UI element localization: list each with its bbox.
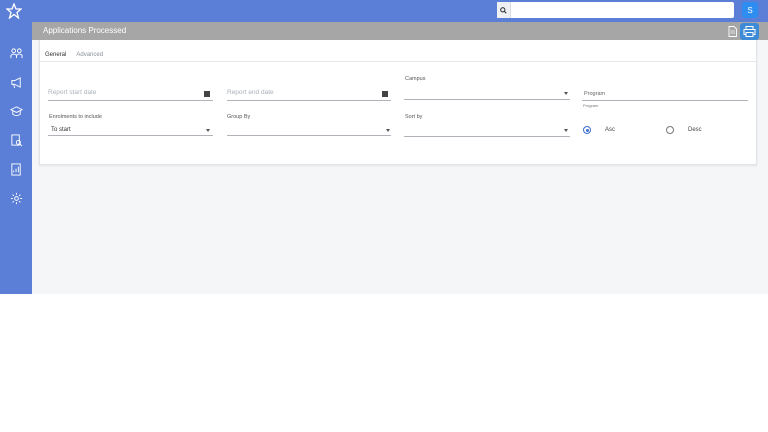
field-underline [227,100,391,101]
megaphone-icon[interactable] [8,74,24,90]
group-by-label: Group By [227,114,251,120]
enrolments-value: To start [51,127,71,133]
field-underline [404,136,570,137]
campus-label: Campus [405,76,426,82]
people-icon[interactable] [8,45,24,61]
graduation-cap-icon[interactable] [8,103,24,119]
asc-radio[interactable] [583,126,591,134]
search-icon[interactable] [497,2,511,18]
search-bar [497,2,734,18]
user-avatar[interactable]: S [742,2,758,18]
report-chart-icon[interactable] [8,161,24,177]
calendar-icon[interactable] [382,91,388,97]
chevron-down-icon[interactable] [386,129,390,132]
sidebar [0,22,32,294]
panel-header [32,22,768,40]
tabs-divider [40,61,756,62]
report-end-date-placeholder: Report end date [227,89,274,96]
search-input[interactable] [513,3,734,17]
asc-label: Asc [605,127,616,133]
page-title: Applications Processed [43,26,127,35]
program-placeholder: Program [584,91,606,97]
enrolments-label: Enrolments to include [49,114,102,120]
sort-by-label: Sort by [405,114,423,120]
calendar-icon[interactable] [204,91,210,97]
document-icon[interactable] [728,26,737,37]
field-underline [404,99,570,100]
desc-radio[interactable] [666,126,674,134]
settings-gear-icon[interactable] [8,190,24,206]
app-logo[interactable] [6,3,22,19]
top-bar: S [0,0,768,22]
printer-icon [743,26,756,37]
chevron-down-icon[interactable] [206,129,210,132]
chevron-down-icon[interactable] [564,129,568,132]
print-button[interactable] [740,23,759,40]
field-underline [48,135,213,136]
program-hint: Program [583,103,599,108]
report-start-date-placeholder: Report start date [48,89,97,96]
report-panel [39,22,757,165]
field-underline [48,100,213,101]
tab-bar: General Advanced [40,48,108,62]
tab-general[interactable]: General [40,48,72,62]
desc-label: Desc [688,127,702,133]
report-search-icon[interactable] [8,132,24,148]
field-underline [227,135,391,136]
chevron-down-icon[interactable] [564,92,568,95]
field-underline [582,100,748,101]
tab-advanced[interactable]: Advanced [71,48,108,62]
